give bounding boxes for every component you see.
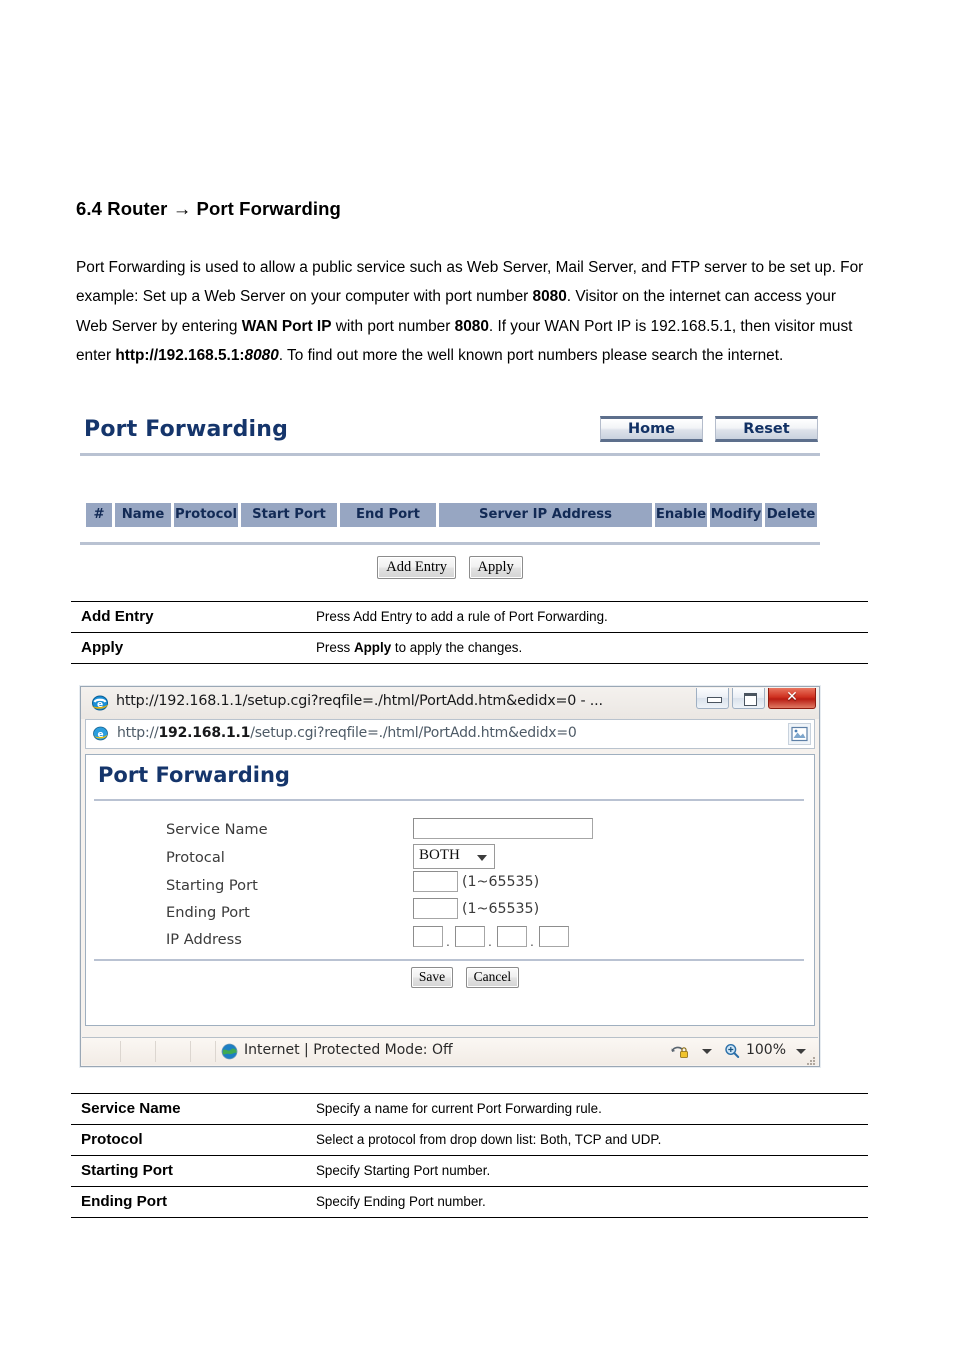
divider-bottom — [80, 542, 820, 545]
ip-octet-4-input[interactable] — [539, 926, 569, 947]
minimize-button[interactable] — [696, 688, 729, 709]
status-separator — [155, 1041, 156, 1062]
apply-button[interactable]: Apply — [468, 556, 523, 579]
ending-port-input[interactable] — [413, 898, 458, 919]
router-action-buttons: Add Entry Apply — [76, 556, 824, 579]
desc-value: Specify a name for current Port Forwardi… — [313, 1093, 868, 1125]
table-header-end-port: End Port — [340, 503, 436, 527]
description-table-top: Add Entry Press Add Entry to add a rule … — [71, 601, 868, 664]
zone-dropdown-caret-icon[interactable] — [702, 1049, 712, 1054]
table-header-server-ip-address: Server IP Address — [439, 503, 652, 527]
protocol-selected-value: BOTH — [419, 847, 460, 863]
internet-explorer-icon: e — [90, 693, 110, 713]
chevron-down-icon — [477, 855, 487, 861]
table-row: Add Entry Press Add Entry to add a rule … — [71, 601, 868, 633]
service-name-input[interactable] — [413, 818, 593, 839]
desc-value: Press Add Entry to add a rule of Port Fo… — [313, 601, 868, 633]
divider-top — [80, 453, 820, 456]
home-button[interactable]: Home — [600, 416, 703, 442]
globe-icon — [221, 1043, 238, 1060]
zoom-level-text: 100% — [745, 1042, 786, 1058]
browser-viewport: Port Forwarding Service Name Protocal BO… — [85, 754, 815, 1026]
table-row: Protocol Select a protocol from drop dow… — [71, 1124, 868, 1156]
router-page-title: Port Forwarding — [84, 417, 289, 442]
cancel-button[interactable]: Cancel — [465, 967, 520, 988]
zone-lock-icon[interactable] — [670, 1043, 690, 1060]
ip-separator-dot: . — [488, 933, 492, 949]
table-header-modify: Modify — [710, 503, 762, 527]
form-action-buttons: Save Cancel — [86, 967, 814, 988]
security-zone-text: Internet | Protected Mode: Off — [244, 1042, 453, 1058]
ip-octet-1-input[interactable] — [413, 926, 443, 947]
section-heading: 6.4 Router → Port Forwarding — [76, 198, 341, 219]
browser-status-bar: Internet | Protected Mode: Off 100% — [82, 1037, 818, 1065]
table-header-enable: Enable — [655, 503, 707, 527]
window-controls: ✕ — [693, 688, 816, 710]
protocol-select[interactable]: BOTH — [413, 844, 495, 869]
starting-port-label: Starting Port — [166, 877, 258, 894]
desc-key: Apply — [71, 632, 313, 664]
desc-key: Starting Port — [71, 1155, 313, 1187]
page-tools-icon[interactable] — [788, 723, 811, 745]
table-row: Ending Port Specify Ending Port number. — [71, 1186, 868, 1218]
resize-grip-icon[interactable] — [805, 1053, 816, 1065]
desc-key: Protocol — [71, 1124, 313, 1156]
ending-port-label: Ending Port — [166, 904, 250, 921]
browser-window-screenshot: e http://192.168.1.1/setup.cgi?reqfile=.… — [80, 686, 820, 1067]
ip-octet-3-input[interactable] — [497, 926, 527, 947]
url-suffix: /setup.cgi?reqfile=./html/PortAdd.htm&ed… — [250, 725, 577, 741]
table-header-: # — [86, 503, 112, 527]
desc-value: Press Apply to apply the changes. — [313, 632, 868, 664]
form-page-title: Port Forwarding — [98, 763, 290, 787]
maximize-button[interactable] — [732, 688, 765, 709]
add-entry-button[interactable]: Add Entry — [377, 556, 457, 579]
table-header-protocol: Protocol — [174, 503, 238, 527]
page-favicon-icon: e — [91, 724, 110, 743]
reset-button[interactable]: Reset — [715, 416, 818, 442]
ip-address-label: IP Address — [166, 931, 242, 948]
protocol-label: Protocal — [166, 849, 225, 866]
ip-separator-dot: . — [446, 933, 450, 949]
starting-port-hint: (1~65535) — [462, 874, 540, 890]
url-prefix: http:// — [117, 725, 159, 741]
document-page: 6.4 Router → Port Forwarding Port Forwar… — [0, 0, 954, 1351]
ip-separator-dot: . — [530, 933, 534, 949]
save-button[interactable]: Save — [410, 967, 454, 988]
desc-key: Ending Port — [71, 1186, 313, 1218]
form-divider-bottom — [94, 959, 804, 961]
table-row: Apply Press Apply to apply the changes. — [71, 632, 868, 664]
desc-value: Select a protocol from drop down list: B… — [313, 1124, 868, 1156]
form-divider-top — [94, 799, 804, 801]
table-row: Starting Port Specify Starting Port numb… — [71, 1155, 868, 1187]
browser-title-bar: e http://192.168.1.1/setup.cgi?reqfile=.… — [81, 687, 819, 719]
starting-port-input[interactable] — [413, 871, 458, 892]
ip-octet-2-input[interactable] — [455, 926, 485, 947]
ending-port-hint: (1~65535) — [462, 901, 540, 917]
desc-value: Specify Starting Port number. — [313, 1155, 868, 1187]
browser-address-bar[interactable]: e http://192.168.1.1/setup.cgi?reqfile=.… — [85, 719, 815, 749]
svg-text:e: e — [97, 700, 103, 710]
status-separator — [120, 1041, 121, 1062]
table-header-delete: Delete — [765, 503, 817, 527]
port-forwarding-table-header: # Name Protocol Start Port End Port Server IP… — [86, 503, 820, 527]
url-host: 192.168.1.1 — [158, 725, 251, 741]
close-icon: ✕ — [786, 689, 798, 705]
section-paragraph: Port Forwarding is used to allow a publi… — [76, 259, 864, 365]
table-row: Service Name Specify a name for current … — [71, 1093, 868, 1125]
service-name-label: Service Name — [166, 821, 268, 838]
desc-key: Add Entry — [71, 601, 313, 633]
zoom-magnifier-icon[interactable] — [724, 1043, 740, 1059]
table-header-start-port: Start Port — [241, 503, 337, 527]
status-separator — [190, 1041, 191, 1062]
description-table-bottom: Service Name Specify a name for current … — [71, 1093, 868, 1218]
router-ui-screenshot: Port Forwarding Home Reset # Name Protocol… — [76, 408, 841, 596]
table-header-name: Name — [115, 503, 171, 527]
svg-text:e: e — [97, 730, 103, 740]
desc-key: Service Name — [71, 1093, 313, 1125]
address-bar-url: http://192.168.1.1/setup.cgi?reqfile=./h… — [117, 725, 577, 741]
desc-value: Specify Ending Port number. — [313, 1186, 868, 1218]
browser-title-text: http://192.168.1.1/setup.cgi?reqfile=./h… — [116, 693, 603, 709]
status-separator — [215, 1041, 216, 1062]
close-button[interactable]: ✕ — [768, 688, 816, 709]
